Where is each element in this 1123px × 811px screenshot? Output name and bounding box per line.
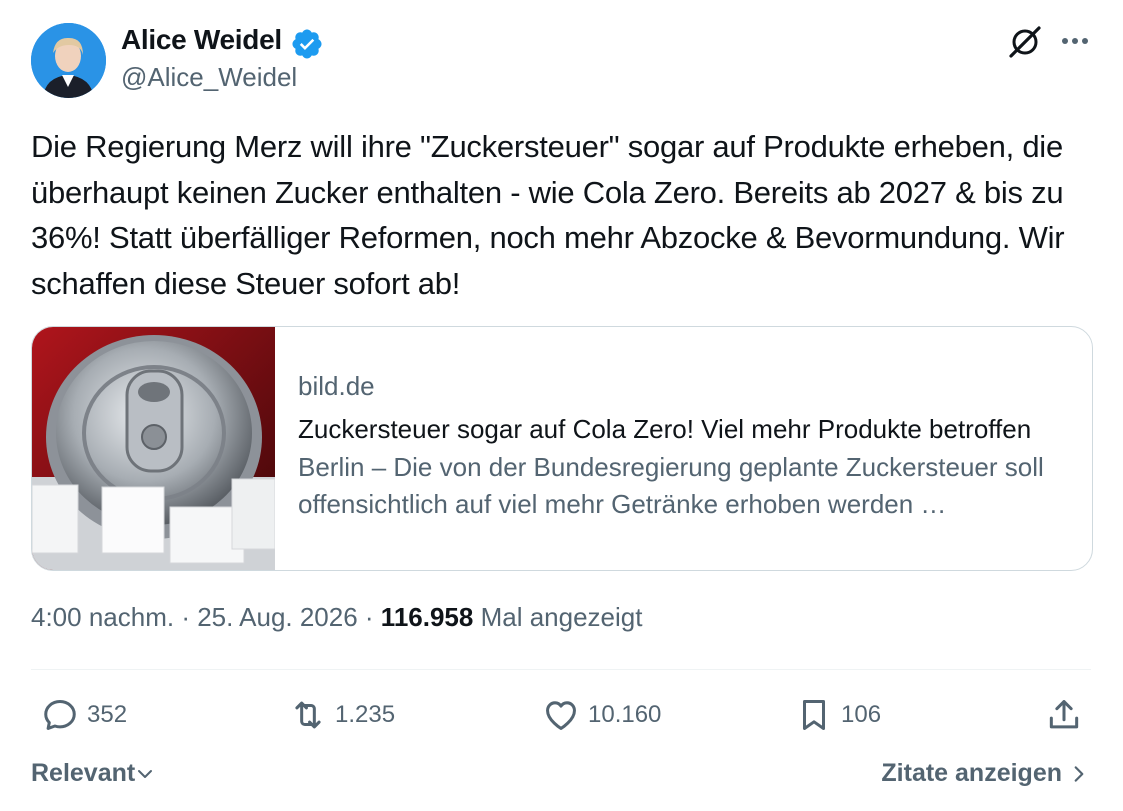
sort-label: Relevant bbox=[31, 759, 136, 787]
grok-icon[interactable] bbox=[1007, 24, 1043, 60]
like-button[interactable]: 10.160 bbox=[542, 694, 661, 736]
share-icon bbox=[1049, 700, 1079, 729]
reply-button[interactable]: 352 bbox=[41, 694, 127, 736]
views-label: Mal angezeigt bbox=[480, 602, 643, 632]
tweet-meta: 4:00 nachm. · 25. Aug. 2026 · 116.958 Ma… bbox=[31, 602, 642, 633]
avatar[interactable] bbox=[31, 23, 106, 98]
chevron-down-icon bbox=[138, 769, 153, 778]
tweet-date[interactable]: 25. Aug. 2026 bbox=[197, 602, 357, 632]
link-preview-card[interactable]: bild.de Zuckersteuer sogar auf Cola Zero… bbox=[31, 326, 1093, 571]
verified-badge-icon[interactable] bbox=[290, 27, 324, 61]
soda-can-sugar-cubes-image[interactable] bbox=[32, 327, 275, 570]
card-description: Berlin – Die von der Bundesregierung gep… bbox=[298, 452, 1044, 519]
author-name[interactable]: Alice Weidel bbox=[121, 24, 282, 56]
bookmark-icon bbox=[802, 700, 826, 730]
sort-dropdown[interactable]: Relevant bbox=[31, 759, 155, 788]
tweet-text: Die Regierung Merz will ihre "Zuckersteu… bbox=[31, 129, 1073, 301]
reply-icon bbox=[44, 700, 76, 730]
author-handle[interactable]: @Alice_Weidel bbox=[121, 62, 297, 93]
like-count: 10.160 bbox=[588, 701, 662, 728]
view-quotes-link[interactable]: Zitate anzeigen bbox=[881, 759, 1090, 788]
divider bbox=[31, 669, 1091, 670]
heart-icon bbox=[546, 701, 576, 730]
repost-button[interactable]: 1.235 bbox=[289, 694, 395, 736]
repost-icon bbox=[295, 701, 321, 729]
view-count: 116.958 bbox=[380, 602, 474, 632]
bookmark-count: 106 bbox=[841, 701, 882, 728]
tweet-time[interactable]: 4:00 nachm. bbox=[31, 602, 174, 632]
card-domain: bild.de bbox=[298, 371, 375, 401]
bookmark-button[interactable]: 106 bbox=[795, 694, 881, 736]
meta-separator: · bbox=[174, 602, 198, 632]
share-button[interactable] bbox=[1045, 694, 1083, 736]
card-title: Zuckersteuer sogar auf Cola Zero! Viel m… bbox=[298, 414, 1032, 444]
reply-count: 352 bbox=[87, 701, 128, 728]
repost-count: 1.235 bbox=[335, 701, 396, 728]
chevron-right-icon bbox=[1074, 765, 1084, 782]
meta-separator: · bbox=[357, 602, 381, 632]
more-options-icon[interactable] bbox=[1058, 26, 1092, 56]
quotes-label: Zitate anzeigen bbox=[881, 759, 1062, 787]
